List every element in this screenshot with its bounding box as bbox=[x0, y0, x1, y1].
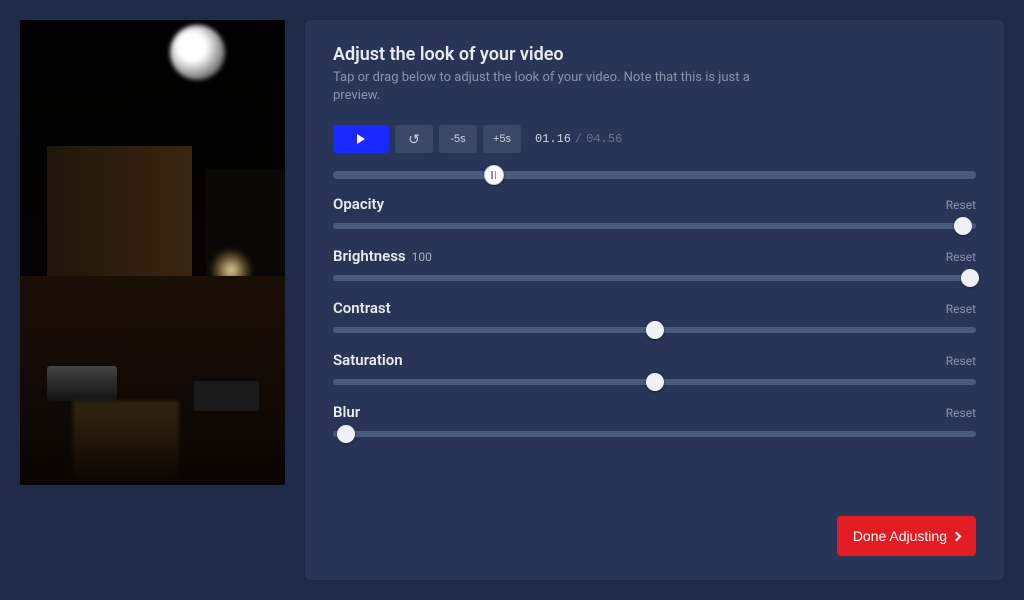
play-button[interactable] bbox=[333, 125, 389, 153]
minus-5s-button[interactable]: -5s bbox=[439, 125, 477, 153]
param-saturation: Saturation Reset bbox=[333, 351, 976, 385]
slider-thumb-saturation[interactable] bbox=[646, 373, 664, 391]
reset-opacity[interactable]: Reset bbox=[946, 198, 976, 212]
panel-subtitle: Tap or drag below to adjust the look of … bbox=[333, 69, 793, 105]
reset-blur[interactable]: Reset bbox=[946, 406, 976, 420]
param-label-opacity: Opacity bbox=[333, 195, 384, 213]
param-value-brightness: 100 bbox=[412, 250, 432, 264]
slider-thumb-brightness[interactable] bbox=[961, 269, 979, 287]
play-icon bbox=[357, 134, 365, 144]
param-blur: Blur Reset bbox=[333, 403, 976, 437]
timecode: 01.16/04.56 bbox=[535, 132, 622, 146]
chevron-right-icon bbox=[952, 531, 962, 541]
reset-saturation[interactable]: Reset bbox=[946, 354, 976, 368]
slider-thumb-opacity[interactable] bbox=[954, 217, 972, 235]
slider-opacity[interactable] bbox=[333, 223, 976, 229]
reset-brightness[interactable]: Reset bbox=[946, 250, 976, 264]
slider-contrast[interactable] bbox=[333, 327, 976, 333]
param-label-blur: Blur bbox=[333, 403, 360, 421]
param-brightness: Brightness 100 Reset bbox=[333, 247, 976, 281]
adjust-panel: Adjust the look of your video Tap or dra… bbox=[305, 20, 1004, 580]
panel-title: Adjust the look of your video bbox=[333, 44, 976, 65]
video-frame bbox=[20, 20, 285, 485]
timeline-scrubber[interactable] bbox=[333, 171, 976, 179]
slider-thumb-contrast[interactable] bbox=[646, 321, 664, 339]
rewind-button[interactable]: ↺ bbox=[395, 125, 433, 153]
param-label-saturation: Saturation bbox=[333, 351, 403, 369]
param-contrast: Contrast Reset bbox=[333, 299, 976, 333]
param-label-contrast: Contrast bbox=[333, 299, 391, 317]
slider-blur[interactable] bbox=[333, 431, 976, 437]
param-opacity: Opacity Reset bbox=[333, 195, 976, 229]
slider-thumb-blur[interactable] bbox=[337, 425, 355, 443]
total-time: 04.56 bbox=[586, 132, 622, 146]
transport-controls: ↺ -5s +5s 01.16/04.56 bbox=[333, 125, 976, 153]
timeline-thumb[interactable] bbox=[484, 165, 504, 185]
current-time: 01.16 bbox=[535, 132, 571, 146]
video-preview[interactable] bbox=[20, 20, 285, 485]
plus-5s-button[interactable]: +5s bbox=[483, 125, 521, 153]
slider-saturation[interactable] bbox=[333, 379, 976, 385]
slider-brightness[interactable] bbox=[333, 275, 976, 281]
done-adjusting-button[interactable]: Done Adjusting bbox=[837, 516, 976, 556]
param-label-brightness: Brightness bbox=[333, 247, 406, 265]
rewind-icon: ↺ bbox=[408, 131, 420, 148]
reset-contrast[interactable]: Reset bbox=[946, 302, 976, 316]
done-adjusting-label: Done Adjusting bbox=[853, 528, 947, 544]
